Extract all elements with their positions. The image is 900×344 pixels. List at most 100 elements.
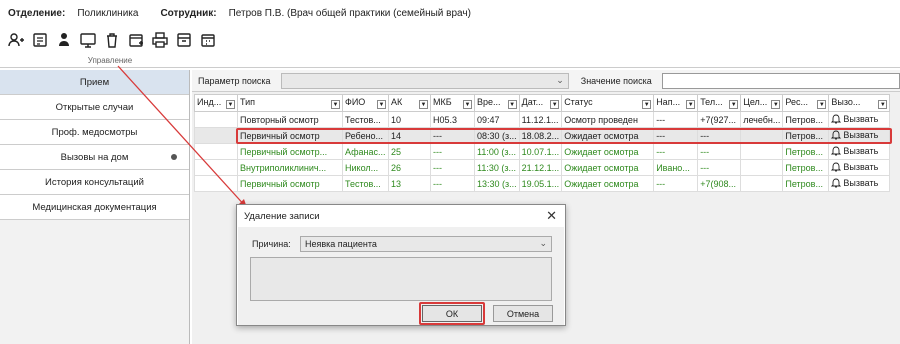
table-cell: Петров... <box>782 159 830 176</box>
column-header[interactable]: Тип ▼ <box>237 94 343 112</box>
sidebar-item-label: История консультаций <box>45 176 144 188</box>
table-cell: Тестов... <box>342 175 389 192</box>
filter-dropdown-icon[interactable]: ▼ <box>686 100 696 109</box>
add-person-icon[interactable] <box>6 29 26 51</box>
reason-comment-textarea[interactable] <box>250 257 552 301</box>
filter-dropdown-icon[interactable]: ▼ <box>331 100 340 109</box>
column-header[interactable]: АК ▼ <box>388 94 431 112</box>
table-row[interactable]: Повторный осмотр Тестов... 10 H05.3 09:47 11.… <box>194 111 891 128</box>
column-header[interactable]: ФИО ▼ <box>342 94 389 112</box>
table-cell: Первичный осмотр... <box>237 143 343 160</box>
table-cell: 10.07.1... <box>518 143 563 160</box>
print-icon[interactable] <box>150 29 170 51</box>
department-value: Поликлиника <box>77 7 139 19</box>
sidebar-item-label: Прием <box>79 76 110 88</box>
department-label: Отделение: <box>8 7 66 19</box>
filter-dropdown-icon[interactable]: ▼ <box>642 100 652 109</box>
table-row[interactable]: Первичный осмотр... Афанас... 25 --- 11:00 (… <box>194 143 891 160</box>
call-button[interactable]: Вызвать <box>831 114 878 124</box>
call-button[interactable]: Вызвать <box>831 146 878 156</box>
column-header[interactable]: Тел... ▼ <box>697 94 742 112</box>
monitor-icon[interactable] <box>78 29 98 51</box>
column-header[interactable]: Дат... ▼ <box>518 94 563 112</box>
table-cell: 26 <box>388 159 431 176</box>
call-cell: Вызвать <box>828 175 891 192</box>
table-cell: Афанас... <box>342 143 389 160</box>
column-header[interactable]: Нап... ▼ <box>653 94 699 112</box>
bell-icon <box>831 162 842 171</box>
column-header-label: МКБ <box>433 97 452 107</box>
filter-dropdown-icon[interactable]: ▼ <box>377 100 386 109</box>
calendar-add-icon[interactable] <box>126 29 146 51</box>
filter-dropdown-icon[interactable]: ▼ <box>817 100 827 109</box>
table-cell: 18.08.2... <box>518 127 563 144</box>
toolbar: Управление <box>0 26 900 68</box>
call-cell: Вызвать <box>828 127 891 144</box>
table-cell: Первичный осмотр <box>237 175 343 192</box>
table-cell: Ожидает осмотра <box>561 143 655 160</box>
column-header[interactable]: Инд... ▼ <box>194 94 238 112</box>
reason-value: Неявка пациента <box>305 239 377 249</box>
search-value-input[interactable] <box>662 72 900 89</box>
table-row[interactable]: Внутриполиклинич... Никол... 26 --- 11:30 (з… <box>194 159 891 176</box>
reason-select[interactable]: Неявка пациента ⌄ <box>300 236 552 252</box>
bell-icon <box>831 178 842 187</box>
archive-icon[interactable] <box>174 29 194 51</box>
call-button[interactable]: Вызвать <box>831 130 878 140</box>
table-row[interactable]: Первичный осмотр Ребено... 14 --- 08:30 (з..… <box>194 127 891 144</box>
call-button[interactable]: Вызвать <box>831 178 878 188</box>
column-header[interactable]: Статус ▼ <box>561 94 655 112</box>
header-bar: Отделение: Поликлиника Сотрудник: Петров… <box>0 0 900 26</box>
filter-dropdown-icon[interactable]: ▼ <box>729 100 739 109</box>
column-header[interactable]: Вре... ▼ <box>474 94 520 112</box>
call-button-label: Вызвать <box>843 113 879 124</box>
call-cell: Вызвать <box>828 143 891 160</box>
dialog-titlebar: Удаление записи ✕ <box>237 205 565 227</box>
sidebar-item-open-cases[interactable]: Открытые случаи <box>0 95 189 120</box>
bell-icon <box>831 114 842 123</box>
filter-dropdown-icon[interactable]: ▼ <box>771 100 781 109</box>
table-cell <box>740 175 784 192</box>
filter-dropdown-icon[interactable]: ▼ <box>463 100 472 109</box>
trash-icon[interactable] <box>102 29 122 51</box>
sidebar-item-home-calls[interactable]: Вызовы на дом <box>0 145 189 170</box>
table-cell: --- <box>653 127 699 144</box>
table-cell: Никол... <box>342 159 389 176</box>
cancel-button[interactable]: Отмена <box>493 305 553 322</box>
column-header[interactable]: МКБ ▼ <box>430 94 475 112</box>
sidebar-item-label: Проф. медосмотры <box>51 126 138 138</box>
call-button[interactable]: Вызвать <box>831 162 878 172</box>
table-cell: Повторный осмотр <box>237 111 343 128</box>
table-cell: --- <box>430 175 475 192</box>
column-header-label: Нап... <box>656 97 681 107</box>
table-cell: 13:30 (з... <box>474 175 520 192</box>
delete-record-dialog: Удаление записи ✕ Причина: Неявка пациен… <box>236 204 566 326</box>
sidebar-item-priem[interactable]: Прием <box>0 70 189 95</box>
table-cell: Осмотр проведен <box>561 111 655 128</box>
sidebar-item-consult-history[interactable]: История консультаций <box>0 170 189 195</box>
table-row[interactable]: Первичный осмотр Тестов... 13 --- 13:30 (з..… <box>194 175 891 192</box>
search-param-select[interactable]: ⌄ <box>281 72 569 89</box>
column-header[interactable]: Вызо... ▼ <box>828 94 891 112</box>
sidebar-item-med-docs[interactable]: Медицинская документация <box>0 195 189 220</box>
sidebar: Прием Открытые случаи Проф. медосмотры В… <box>0 70 190 344</box>
column-header-label: Тел... <box>700 97 723 107</box>
column-header[interactable]: Цел... ▼ <box>740 94 784 112</box>
table-cell: Петров... <box>782 111 830 128</box>
filter-dropdown-icon[interactable]: ▼ <box>507 100 517 109</box>
chevron-down-icon: ⌄ <box>539 238 547 248</box>
sidebar-item-prof-exams[interactable]: Проф. медосмотры <box>0 120 189 145</box>
search-bar: Параметр поиска ⌄ Значение поиска <box>192 70 900 92</box>
users-icon[interactable] <box>54 29 74 51</box>
table-cell: --- <box>430 159 475 176</box>
filter-dropdown-icon[interactable]: ▼ <box>550 100 560 109</box>
filter-dropdown-icon[interactable]: ▼ <box>878 100 888 109</box>
calendar-icon[interactable] <box>198 29 218 51</box>
close-icon[interactable]: ✕ <box>546 208 557 224</box>
ok-button[interactable]: ОК <box>422 305 482 322</box>
column-header[interactable]: Рес... ▼ <box>782 94 830 112</box>
call-button-label: Вызвать <box>843 177 879 188</box>
filter-dropdown-icon[interactable]: ▼ <box>419 100 428 109</box>
filter-dropdown-icon[interactable]: ▼ <box>226 100 235 109</box>
appointment-icon[interactable] <box>30 29 50 51</box>
